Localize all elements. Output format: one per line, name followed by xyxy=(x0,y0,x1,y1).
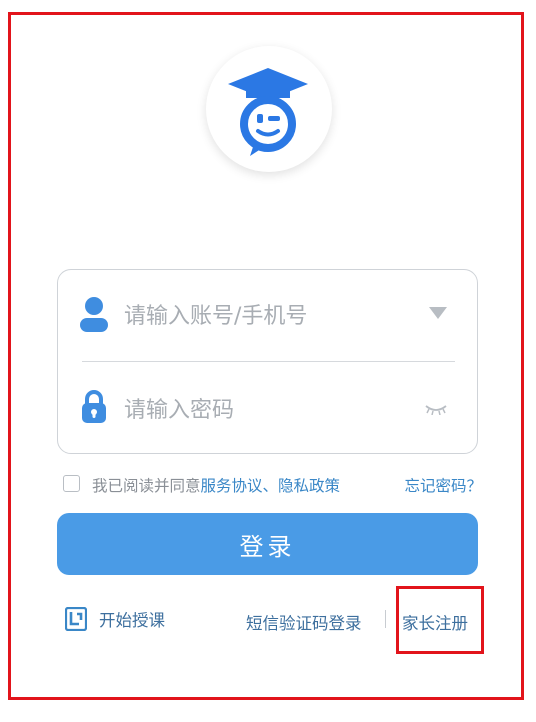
account-input[interactable] xyxy=(124,296,414,336)
agreement-row: 我已阅读并同意服务协议、隐私政策 忘记密码？ xyxy=(63,472,483,496)
login-button[interactable]: 登录 xyxy=(57,513,478,575)
graduation-cap-chat-logo-icon xyxy=(228,68,308,156)
privacy-policy-link[interactable]: 隐私政策 xyxy=(278,477,340,495)
service-agreement-link[interactable]: 服务协议 xyxy=(201,477,263,495)
password-row xyxy=(58,366,477,452)
start-teaching-label: 开始授课 xyxy=(99,611,165,630)
teaching-app-icon xyxy=(65,607,87,631)
app-logo xyxy=(206,46,332,172)
login-form xyxy=(57,269,478,454)
agreement-text: 我已阅读并同意服务协议、隐私政策 xyxy=(92,474,340,496)
start-teaching-button[interactable]: 开始授课 xyxy=(65,604,165,634)
sms-login-link[interactable]: 短信验证码登录 xyxy=(246,610,362,634)
user-icon xyxy=(80,296,108,336)
agreement-prefix: 我已阅读并同意 xyxy=(92,477,201,495)
lock-icon xyxy=(80,390,108,428)
footer-divider xyxy=(385,610,386,628)
forgot-password-link[interactable]: 忘记密码？ xyxy=(404,474,482,496)
password-input[interactable] xyxy=(124,390,414,430)
account-row xyxy=(58,272,477,358)
field-divider xyxy=(82,361,455,362)
agreement-checkbox[interactable] xyxy=(63,475,80,492)
eye-closed-icon[interactable] xyxy=(425,400,447,419)
register-highlight-box xyxy=(396,586,484,654)
triangle-down-icon[interactable] xyxy=(429,306,447,325)
agreement-separator: 、 xyxy=(262,477,279,495)
